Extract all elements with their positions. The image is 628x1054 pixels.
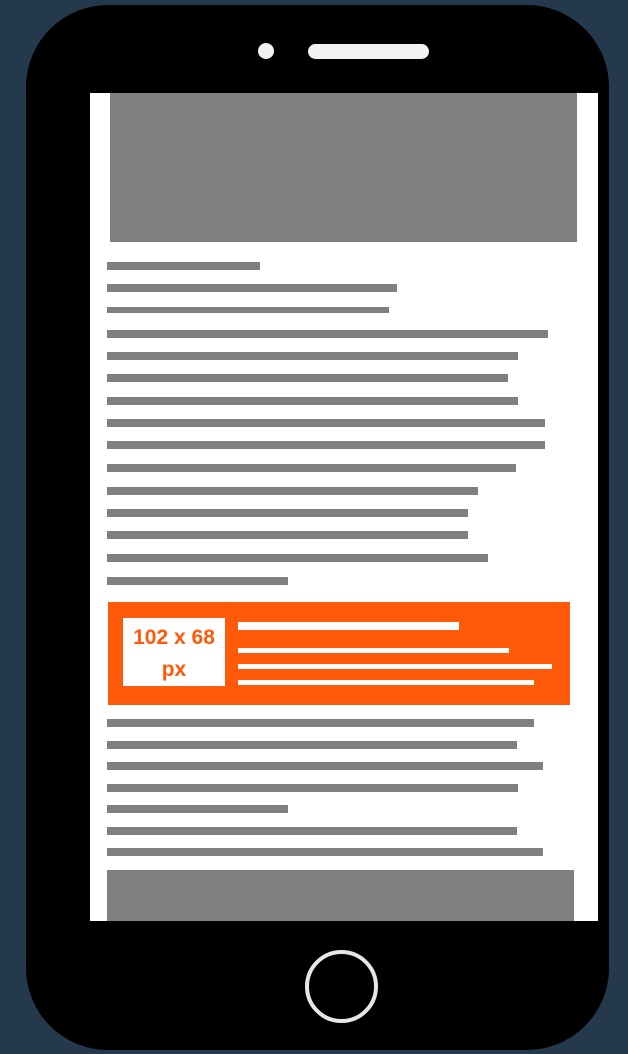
- body-text-line: [107, 762, 543, 770]
- subheading-line: [107, 307, 389, 313]
- body-text-line: [107, 352, 518, 360]
- phone-screen: 102 x 68 px: [90, 93, 598, 921]
- body-text-line: [107, 509, 468, 517]
- diagram-canvas: 102 x 68 px: [0, 0, 628, 1054]
- body-text-line: [107, 848, 543, 856]
- heading-line: [107, 262, 260, 270]
- body-text-line: [107, 805, 288, 813]
- speaker-grille-icon: [308, 44, 429, 59]
- smartphone-frame: 102 x 68 px: [26, 5, 609, 1050]
- body-text-line: [107, 784, 518, 792]
- body-text-line: [107, 330, 548, 338]
- body-text-line: [107, 419, 545, 427]
- body-text-line: [107, 741, 517, 749]
- body-text-line: [107, 397, 518, 405]
- ad-text-line: [238, 664, 552, 669]
- ad-headline-line: [238, 622, 459, 630]
- body-text-line: [107, 374, 508, 382]
- ad-banner[interactable]: 102 x 68 px: [108, 602, 570, 705]
- ad-image-size-label: 102 x 68 px: [123, 618, 225, 686]
- hero-image-placeholder: [110, 93, 577, 242]
- subheading-line: [107, 284, 397, 292]
- body-text-line: [107, 487, 478, 495]
- footer-image-placeholder: [107, 870, 574, 921]
- home-button-icon[interactable]: [305, 950, 378, 1023]
- ad-text-line: [238, 680, 534, 685]
- body-text-line: [107, 827, 517, 835]
- body-text-line: [107, 554, 488, 562]
- camera-dot-icon: [258, 43, 274, 59]
- body-text-line: [107, 464, 516, 472]
- body-text-line: [107, 577, 288, 585]
- ad-text-line: [238, 648, 509, 653]
- body-text-line: [107, 441, 545, 449]
- body-text-line: [107, 719, 534, 727]
- body-text-line: [107, 531, 468, 539]
